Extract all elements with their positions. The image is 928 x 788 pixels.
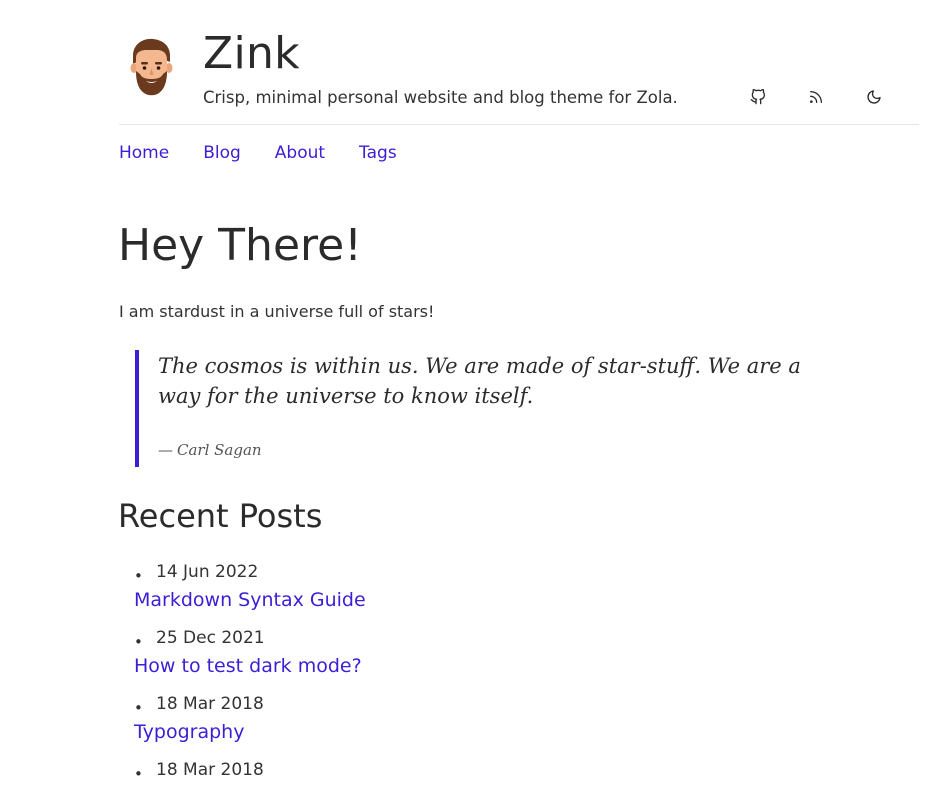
rss-icon (810, 91, 822, 103)
quote-citation: — Carl Sagan (158, 441, 825, 459)
recent-posts-list: • 14 Jun 2022 Markdown Syntax Guide • 25… (134, 560, 834, 788)
intro-text: I am stardust in a universe full of star… (119, 302, 435, 321)
main-nav: Home Blog About Tags (119, 143, 397, 163)
bullet: • (134, 633, 143, 651)
nav-item-about[interactable]: About (275, 143, 325, 163)
list-item: • 18 Mar 2018 (134, 758, 834, 788)
post-link[interactable]: Markdown Syntax Guide (134, 589, 366, 611)
bullet: • (134, 567, 143, 585)
list-item: • 14 Jun 2022 Markdown Syntax Guide (134, 560, 834, 626)
post-date: 18 Mar 2018 (156, 760, 264, 780)
list-item: • 18 Mar 2018 Typography (134, 692, 834, 758)
post-date: 18 Mar 2018 (156, 694, 264, 714)
post-link[interactable]: How to test dark mode? (134, 655, 362, 677)
page-title: Hey There! (118, 220, 362, 271)
nav-item-home[interactable]: Home (119, 143, 169, 163)
nav-item-tags[interactable]: Tags (359, 143, 397, 163)
bullet: • (134, 765, 143, 783)
site-header: Zink Crisp, minimal personal website and… (119, 28, 919, 125)
site-tagline: Crisp, minimal personal website and blog… (203, 88, 678, 107)
rss-link[interactable] (805, 86, 827, 108)
theme-toggle[interactable] (863, 86, 885, 108)
github-link[interactable] (747, 86, 769, 108)
quote-author: Carl Sagan (177, 441, 262, 459)
bearded-man-avatar-icon (130, 38, 173, 96)
header-icon-bar (747, 86, 885, 108)
quote-dash: — (158, 441, 173, 459)
post-date: 25 Dec 2021 (156, 628, 265, 648)
moon-icon (867, 90, 881, 104)
recent-posts-heading: Recent Posts (118, 497, 323, 535)
post-date: 14 Jun 2022 (156, 562, 259, 582)
site-title[interactable]: Zink (203, 28, 300, 79)
github-icon (750, 89, 765, 105)
list-item: • 25 Dec 2021 How to test dark mode? (134, 626, 834, 692)
quote-block: The cosmos is within us. We are made of … (135, 350, 825, 467)
avatar[interactable] (127, 38, 175, 96)
post-link[interactable]: Typography (134, 721, 244, 743)
quote-text: The cosmos is within us. We are made of … (158, 354, 801, 408)
bullet: • (134, 699, 143, 717)
nav-item-blog[interactable]: Blog (203, 143, 241, 163)
